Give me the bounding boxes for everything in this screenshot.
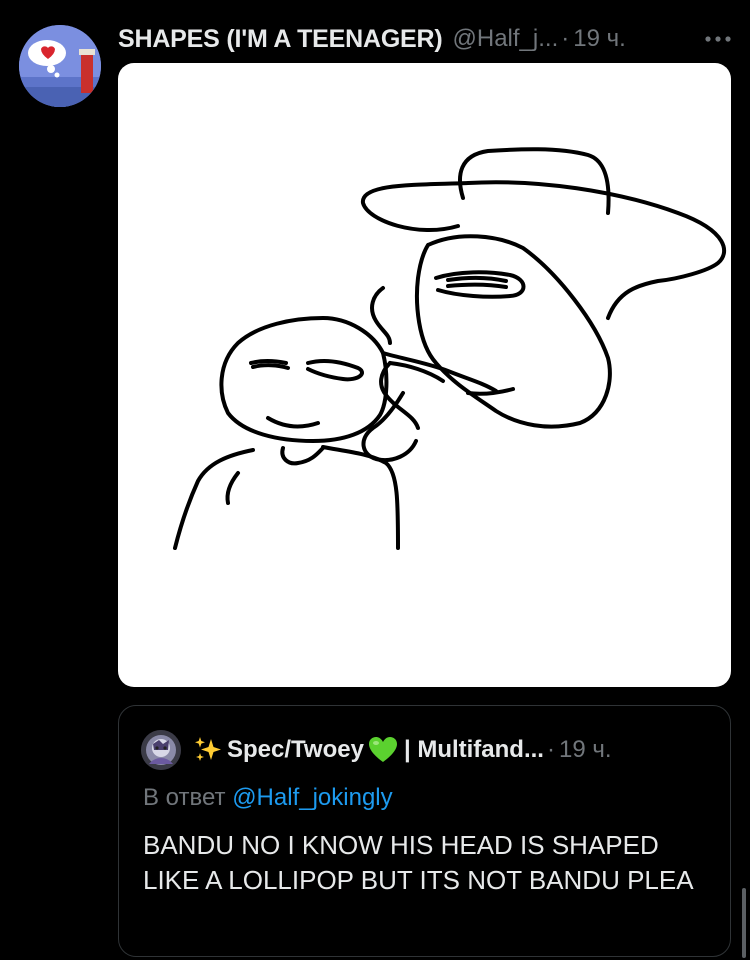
tweet[interactable]: SHAPES (I'M A TEENAGER) @Half_j... · 19 … (0, 0, 750, 960)
quote-author-name-text: Spec/Twoey (227, 736, 364, 763)
author-display-name[interactable]: SHAPES (I'M A TEENAGER) (118, 25, 443, 54)
quote-separator-dot: · (546, 736, 555, 763)
scrollbar[interactable] (742, 888, 746, 958)
author-handle[interactable]: @Half_j... (453, 25, 559, 53)
reply-mention-link[interactable]: @Half_jokingly (232, 784, 392, 811)
reply-context: В ответ @Half_jokingly (143, 784, 393, 812)
sparkles-emoji-icon (193, 735, 223, 765)
author-avatar[interactable] (19, 25, 101, 107)
green-heart-emoji-icon (368, 736, 398, 764)
reply-prefix: В ответ (143, 784, 226, 811)
quote-author-name-suffix: | Multifand... (403, 736, 544, 763)
more-dots-icon[interactable] (702, 23, 734, 55)
separator-dot: · (561, 25, 570, 52)
quote-header: Spec/Twoey | Multifand... · 19 ч. (141, 728, 714, 772)
quote-text: BANDU NO I KNOW HIS HEAD IS SHAPED LIKE … (143, 830, 694, 895)
tweet-header: SHAPES (I'M A TEENAGER) @Half_j... · 19 … (118, 22, 734, 56)
quote-tweet[interactable]: Spec/Twoey | Multifand... · 19 ч. В отве… (118, 705, 731, 957)
quote-author-avatar[interactable] (141, 730, 181, 770)
quote-author-display-name[interactable]: Spec/Twoey | Multifand... (193, 735, 544, 765)
tweet-timestamp[interactable]: 19 ч. (573, 25, 626, 53)
tweet-media-image[interactable] (118, 63, 731, 687)
quote-timestamp[interactable]: 19 ч. (559, 736, 612, 764)
